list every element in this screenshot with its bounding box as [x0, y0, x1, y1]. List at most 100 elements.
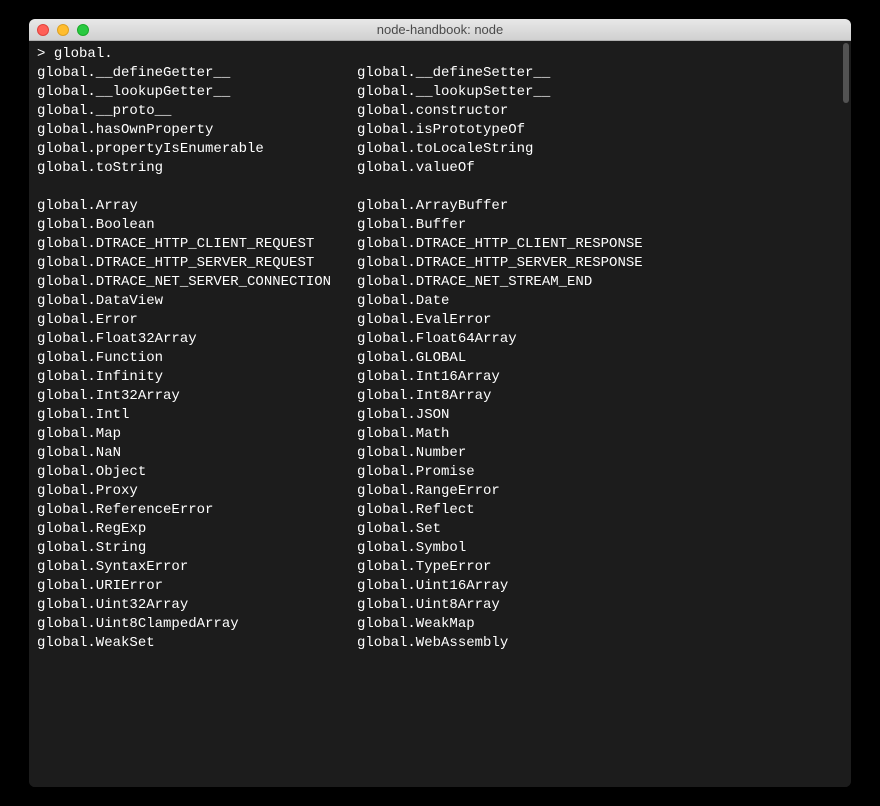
completion-group: global.Arrayglobal.ArrayBufferglobal.Boo…: [37, 197, 843, 653]
completion-item: global.GLOBAL: [357, 349, 843, 368]
completion-item: global.Infinity: [37, 368, 357, 387]
completion-item: global.hasOwnProperty: [37, 121, 357, 140]
completion-row: global.Stringglobal.Symbol: [37, 539, 843, 558]
completion-item: global.NaN: [37, 444, 357, 463]
completion-item: global.Proxy: [37, 482, 357, 501]
completion-item: global.__lookupGetter__: [37, 83, 357, 102]
completion-row: global.DTRACE_HTTP_SERVER_REQUESTglobal.…: [37, 254, 843, 273]
completion-item: global.String: [37, 539, 357, 558]
completion-item: global.Int32Array: [37, 387, 357, 406]
completion-row: global.__lookupGetter__global.__lookupSe…: [37, 83, 843, 102]
completion-item: global.Math: [357, 425, 843, 444]
completion-row: global.Uint8ClampedArrayglobal.WeakMap: [37, 615, 843, 634]
completion-row: global.SyntaxErrorglobal.TypeError: [37, 558, 843, 577]
completion-item: global.DTRACE_HTTP_CLIENT_RESPONSE: [357, 235, 843, 254]
completion-item: global.RangeError: [357, 482, 843, 501]
prompt-prefix: >: [37, 46, 54, 62]
completion-row: global.propertyIsEnumerableglobal.toLoca…: [37, 140, 843, 159]
completion-item: global.Number: [357, 444, 843, 463]
completion-row: global.Errorglobal.EvalError: [37, 311, 843, 330]
completion-row: global.URIErrorglobal.Uint16Array: [37, 577, 843, 596]
completion-item: global.Intl: [37, 406, 357, 425]
completion-item: global.WeakSet: [37, 634, 357, 653]
completion-item: global.WeakMap: [357, 615, 843, 634]
completion-row: global.Functionglobal.GLOBAL: [37, 349, 843, 368]
completion-item: global.__proto__: [37, 102, 357, 121]
traffic-lights: [29, 24, 89, 36]
completion-item: global.Int8Array: [357, 387, 843, 406]
completion-row: global.__defineGetter__global.__defineSe…: [37, 64, 843, 83]
completion-row: global.__proto__global.constructor: [37, 102, 843, 121]
completion-item: global.EvalError: [357, 311, 843, 330]
completion-item: global.DTRACE_HTTP_SERVER_REQUEST: [37, 254, 357, 273]
completion-item: global.isPrototypeOf: [357, 121, 843, 140]
completion-row: global.Mapglobal.Math: [37, 425, 843, 444]
close-icon[interactable]: [37, 24, 49, 36]
completion-row: global.Uint32Arrayglobal.Uint8Array: [37, 596, 843, 615]
completion-item: global.valueOf: [357, 159, 843, 178]
maximize-icon[interactable]: [77, 24, 89, 36]
completion-item: global.Date: [357, 292, 843, 311]
completion-row: global.toStringglobal.valueOf: [37, 159, 843, 178]
completion-item: global.Reflect: [357, 501, 843, 520]
completion-item: global.WebAssembly: [357, 634, 843, 653]
completion-row: global.DataViewglobal.Date: [37, 292, 843, 311]
completion-item: global.Boolean: [37, 216, 357, 235]
completion-item: global.__defineGetter__: [37, 64, 357, 83]
completion-item: global.Uint8Array: [357, 596, 843, 615]
completion-row: global.DTRACE_HTTP_CLIENT_REQUESTglobal.…: [37, 235, 843, 254]
completion-row: global.hasOwnPropertyglobal.isPrototypeO…: [37, 121, 843, 140]
scrollbar-thumb[interactable]: [843, 43, 849, 103]
completion-item: global.URIError: [37, 577, 357, 596]
completion-row: global.Float32Arrayglobal.Float64Array: [37, 330, 843, 349]
completion-row: global.Proxyglobal.RangeError: [37, 482, 843, 501]
completion-row: global.NaNglobal.Number: [37, 444, 843, 463]
completion-item: global.Uint8ClampedArray: [37, 615, 357, 634]
completion-item: global.Error: [37, 311, 357, 330]
titlebar[interactable]: node-handbook: node: [29, 19, 851, 41]
prompt-line[interactable]: > global.: [37, 45, 843, 64]
completion-row: global.WeakSetglobal.WebAssembly: [37, 634, 843, 653]
completion-row: global.DTRACE_NET_SERVER_CONNECTIONgloba…: [37, 273, 843, 292]
minimize-icon[interactable]: [57, 24, 69, 36]
completion-item: global.Int16Array: [357, 368, 843, 387]
completion-row: global.RegExpglobal.Set: [37, 520, 843, 539]
completion-item: global.Float64Array: [357, 330, 843, 349]
completion-item: global.Array: [37, 197, 357, 216]
completion-item: global.Promise: [357, 463, 843, 482]
completion-group: global.__defineGetter__global.__defineSe…: [37, 64, 843, 178]
completion-item: global.Symbol: [357, 539, 843, 558]
completion-item: global.Float32Array: [37, 330, 357, 349]
completion-item: global.DTRACE_NET_STREAM_END: [357, 273, 843, 292]
completion-list: global.__defineGetter__global.__defineSe…: [37, 64, 843, 653]
completion-item: global.DTRACE_HTTP_CLIENT_REQUEST: [37, 235, 357, 254]
terminal-body[interactable]: > global. global.__defineGetter__global.…: [29, 41, 851, 787]
completion-item: global.Uint32Array: [37, 596, 357, 615]
completion-item: global.__lookupSetter__: [357, 83, 843, 102]
completion-item: global.__defineSetter__: [357, 64, 843, 83]
completion-row: global.Infinityglobal.Int16Array: [37, 368, 843, 387]
completion-item: global.DTRACE_HTTP_SERVER_RESPONSE: [357, 254, 843, 273]
completion-row: global.Arrayglobal.ArrayBuffer: [37, 197, 843, 216]
blank-row: [37, 178, 843, 197]
completion-item: global.constructor: [357, 102, 843, 121]
completion-item: global.Function: [37, 349, 357, 368]
completion-item: global.Object: [37, 463, 357, 482]
completion-row: global.Int32Arrayglobal.Int8Array: [37, 387, 843, 406]
completion-item: global.TypeError: [357, 558, 843, 577]
completion-row: global.Intlglobal.JSON: [37, 406, 843, 425]
completion-row: global.Booleanglobal.Buffer: [37, 216, 843, 235]
completion-item: global.propertyIsEnumerable: [37, 140, 357, 159]
prompt-input: global.: [54, 46, 113, 62]
completion-item: global.JSON: [357, 406, 843, 425]
completion-item: global.ReferenceError: [37, 501, 357, 520]
completion-item: global.SyntaxError: [37, 558, 357, 577]
completion-item: global.RegExp: [37, 520, 357, 539]
completion-item: global.DTRACE_NET_SERVER_CONNECTION: [37, 273, 357, 292]
completion-item: global.toLocaleString: [357, 140, 843, 159]
terminal-window: node-handbook: node > global. global.__d…: [29, 19, 851, 787]
completion-item: global.toString: [37, 159, 357, 178]
completion-item: global.Set: [357, 520, 843, 539]
completion-item: global.DataView: [37, 292, 357, 311]
completion-row: global.Objectglobal.Promise: [37, 463, 843, 482]
